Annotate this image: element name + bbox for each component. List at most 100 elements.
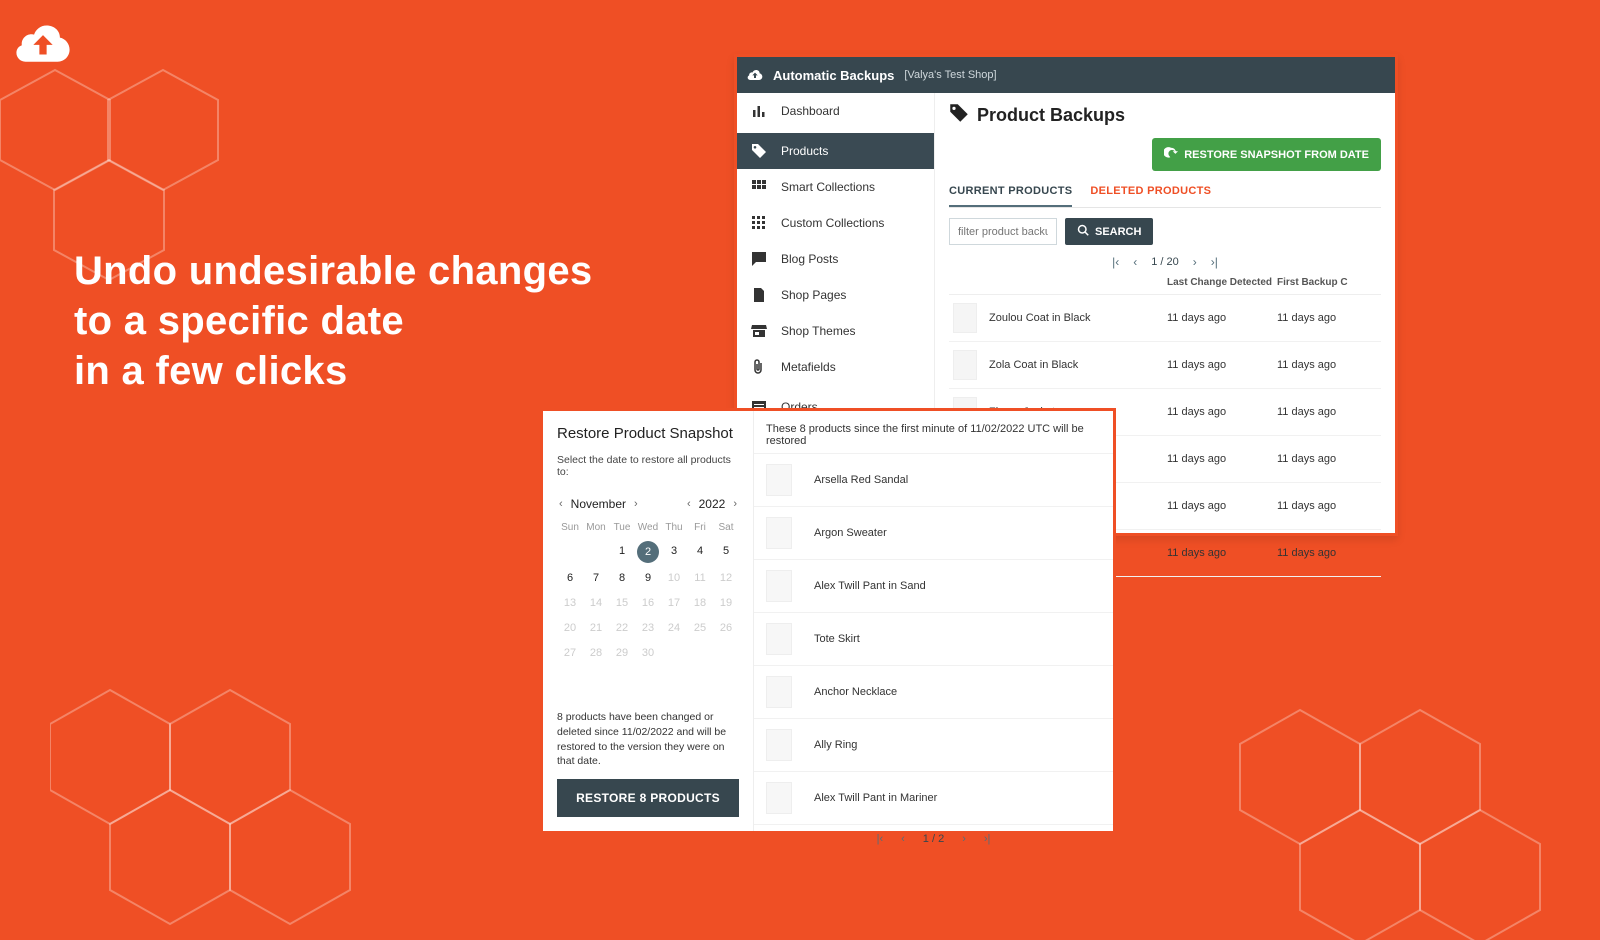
calendar-day — [661, 643, 687, 663]
sidebar-item-products[interactable]: Products — [737, 133, 934, 169]
calendar-day[interactable]: 2 — [637, 541, 659, 563]
calendar-day: 28 — [583, 643, 609, 663]
list-item[interactable]: Arsella Red Sandal — [754, 453, 1113, 506]
product-thumb — [766, 676, 792, 708]
calendar-day: 12 — [713, 568, 739, 588]
list-item[interactable]: Argon Sweater — [754, 506, 1113, 559]
list-item[interactable]: Anchor Necklace — [754, 665, 1113, 718]
table-header: Last Change Detected First Backup C — [949, 275, 1381, 295]
cloud-upload-icon — [747, 66, 763, 85]
calendar-day — [583, 541, 609, 563]
tagline-line: to a specific date — [74, 296, 592, 346]
filter-input[interactable] — [949, 218, 1057, 245]
last-page-icon[interactable]: ›| — [984, 833, 991, 845]
calendar-day: 11 — [687, 568, 713, 588]
calendar-day: 21 — [583, 618, 609, 638]
tab-current-products[interactable]: CURRENT PRODUCTS — [949, 179, 1072, 207]
calendar-dow: Fri — [687, 522, 713, 533]
year-label: 2022 — [699, 497, 726, 511]
product-thumb — [766, 729, 792, 761]
sidebar-item-custom-collections[interactable]: Custom Collections — [737, 205, 934, 241]
product-thumb — [766, 570, 792, 602]
chat-icon — [751, 251, 767, 267]
sidebar-item-label: Metafields — [781, 360, 836, 374]
calendar-day[interactable]: 6 — [557, 568, 583, 588]
product-thumb — [766, 464, 792, 496]
calendar-day: 27 — [557, 643, 583, 663]
page-label: 1 / 20 — [1151, 256, 1179, 268]
app-header: Automatic Backups [Valya's Test Shop] — [737, 57, 1395, 93]
calendar-day: 10 — [661, 568, 687, 588]
tab-deleted-products[interactable]: DELETED PRODUCTS — [1090, 179, 1211, 207]
calendar-day: 19 — [713, 593, 739, 613]
sidebar-item-shop-themes[interactable]: Shop Themes — [737, 313, 934, 349]
calendar-week: 6789101112 — [557, 568, 739, 588]
prev-month-icon[interactable]: ‹ — [557, 496, 565, 512]
first-backup: 11 days ago — [1277, 359, 1377, 371]
calendar-day: 25 — [687, 618, 713, 638]
sidebar-item-dashboard[interactable]: Dashboard — [737, 93, 934, 129]
calendar-day[interactable]: 1 — [609, 541, 635, 563]
last-change: 11 days ago — [1167, 547, 1277, 559]
sidebar-item-label: Shop Themes — [781, 324, 856, 338]
prev-page-icon[interactable]: ‹ — [901, 833, 905, 845]
calendar-day[interactable]: 5 — [713, 541, 739, 563]
list-item[interactable]: Alex Twill Pant in Mariner — [754, 771, 1113, 824]
product-name: Ally Ring — [814, 739, 857, 751]
next-month-icon[interactable]: › — [632, 496, 640, 512]
restore-message: These 8 products since the first minute … — [754, 411, 1113, 453]
app-title: Automatic Backups — [773, 68, 894, 83]
sidebar-item-shop-pages[interactable]: Shop Pages — [737, 277, 934, 313]
calendar-day[interactable]: 7 — [583, 568, 609, 588]
calendar-week: 12345 — [557, 541, 739, 563]
shop-name: [Valya's Test Shop] — [904, 69, 996, 81]
prev-page-icon[interactable]: ‹ — [1133, 255, 1137, 269]
calendar-day[interactable]: 3 — [661, 541, 687, 563]
tagline-line: Undo undesirable changes — [74, 246, 592, 296]
grid-icon — [751, 179, 767, 195]
list-item[interactable]: Alex Twill Pant in Sand — [754, 559, 1113, 612]
list-item[interactable]: Ally Ring — [754, 718, 1113, 771]
next-page-icon[interactable]: › — [962, 833, 966, 845]
first-backup: 11 days ago — [1277, 547, 1377, 559]
product-name: Anchor Necklace — [814, 686, 897, 698]
first-backup: 11 days ago — [1277, 453, 1377, 465]
sidebar-item-label: Products — [781, 144, 828, 158]
prev-year-icon[interactable]: ‹ — [685, 496, 693, 512]
next-page-icon[interactable]: › — [1193, 255, 1197, 269]
table-row[interactable]: Zola Coat in Black 11 days ago 11 days a… — [949, 342, 1381, 389]
product-name: Zola Coat in Black — [989, 359, 1167, 371]
calendar-day: 23 — [635, 618, 661, 638]
first-page-icon[interactable]: |‹ — [1112, 255, 1119, 269]
calendar-dow: Wed — [635, 522, 661, 533]
calendar-day: 22 — [609, 618, 635, 638]
sidebar-item-smart-collections[interactable]: Smart Collections — [737, 169, 934, 205]
next-year-icon[interactable]: › — [731, 496, 739, 512]
calendar-day: 15 — [609, 593, 635, 613]
list-item[interactable]: Tote Skirt — [754, 612, 1113, 665]
paginator: |‹ ‹ 1 / 20 › ›| — [949, 255, 1381, 269]
calendar-day[interactable]: 8 — [609, 568, 635, 588]
product-thumb — [953, 350, 977, 380]
sidebar-item-blog-posts[interactable]: Blog Posts — [737, 241, 934, 277]
restore-snapshot-modal: Restore Product Snapshot Select the date… — [540, 408, 1116, 834]
restore-snapshot-button[interactable]: RESTORE SNAPSHOT FROM DATE — [1152, 138, 1381, 171]
product-thumb — [766, 782, 792, 814]
attach-icon — [751, 359, 767, 375]
calendar-day: 24 — [661, 618, 687, 638]
modal-title: Restore Product Snapshot — [557, 425, 739, 442]
grid-icon — [751, 215, 767, 231]
table-row[interactable]: Zoulou Coat in Black 11 days ago 11 days… — [949, 295, 1381, 342]
refresh-icon — [1164, 146, 1178, 163]
search-button[interactable]: SEARCH — [1065, 218, 1153, 245]
calendar-day[interactable]: 9 — [635, 568, 661, 588]
calendar-dow: Tue — [609, 522, 635, 533]
restore-products-button[interactable]: RESTORE 8 PRODUCTS — [557, 779, 739, 817]
sidebar-item-label: Smart Collections — [781, 180, 875, 194]
calendar-day[interactable]: 4 — [687, 541, 713, 563]
tagline-line: in a few clicks — [74, 346, 592, 396]
calendar-day: 26 — [713, 618, 739, 638]
first-page-icon[interactable]: |‹ — [877, 833, 884, 845]
last-page-icon[interactable]: ›| — [1211, 255, 1218, 269]
sidebar-item-metafields[interactable]: Metafields — [737, 349, 934, 385]
